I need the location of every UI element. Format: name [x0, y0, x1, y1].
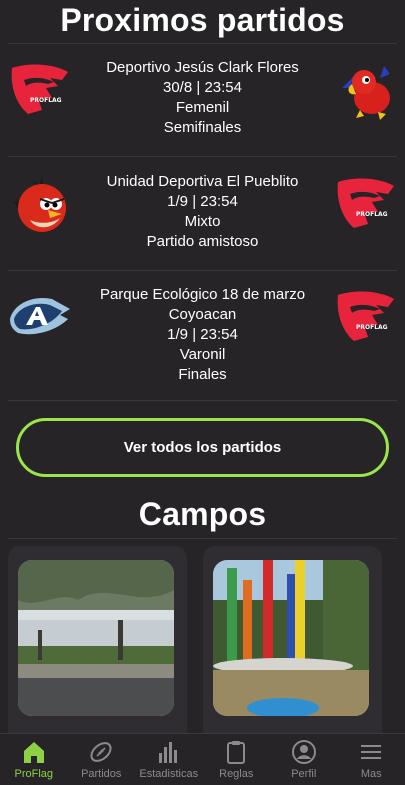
- home-icon: [23, 742, 44, 763]
- match-category: Mixto: [184, 213, 221, 230]
- nav-item-proflag[interactable]: ProFlag: [0, 734, 68, 785]
- upcoming-matches-title: Proximos partidos: [60, 2, 345, 38]
- match-stage: Finales: [178, 366, 227, 383]
- match-date: 1/9: [167, 326, 189, 343]
- match-info: Unidad Deportiva El Pueblito 1/9 | 23:54…: [80, 172, 325, 252]
- match-stage: Semifinales: [163, 119, 242, 136]
- match-card[interactable]: PROFLAG Deportivo Jesús Clark Flores 30/…: [0, 58, 405, 178]
- divider: [8, 43, 397, 44]
- clipboard-icon: [227, 741, 246, 764]
- svg-text:PROFLAG: PROFLAG: [356, 324, 388, 331]
- divider: [8, 400, 397, 401]
- match-category: Femenil: [175, 99, 230, 116]
- match-datetime: 1/9 | 23:54: [167, 193, 238, 210]
- nav-item-label: ProFlag: [14, 768, 54, 780]
- match-card[interactable]: Parque Ecológico 18 de marzo Coyoacan 1/…: [0, 285, 405, 405]
- field-card[interactable]: [203, 546, 382, 746]
- nav-item-label: Partidos: [81, 768, 122, 780]
- match-category: Varonil: [179, 346, 226, 363]
- nav-item-label: Reglas: [219, 768, 254, 780]
- angry-red-bird-logo: [8, 172, 72, 236]
- match-venue: Parque Ecológico 18 de marzo: [99, 286, 306, 303]
- nav-item-mas[interactable]: Mas: [338, 734, 405, 785]
- bottom-navigation: ProFlag Partidos Estadisticas Reglas Per…: [0, 733, 405, 785]
- red-parrot-mascot-logo: [334, 58, 398, 122]
- colored-pillars-photo: [213, 560, 369, 716]
- match-info: Deportivo Jesús Clark Flores 30/8 | 23:5…: [80, 58, 325, 138]
- profile-icon: [291, 740, 316, 764]
- divider: [8, 156, 397, 157]
- match-datetime: 30/8 | 23:54: [163, 79, 242, 96]
- nav-item-label: Perfil: [291, 768, 317, 780]
- nav-item-perfil[interactable]: Perfil: [270, 734, 338, 785]
- divider: [8, 270, 397, 271]
- match-venue: Deportivo Jesús Clark Flores: [106, 59, 299, 76]
- football-icon: [90, 742, 112, 762]
- match-time: 23:54: [200, 193, 238, 210]
- proflag-wing-logo: PROFLAG: [334, 285, 398, 349]
- match-venue: Unidad Deportiva El Pueblito: [106, 173, 299, 190]
- nav-item-label: Mas: [360, 768, 382, 780]
- nav-item-label: Estadisticas: [139, 768, 199, 780]
- match-info: Parque Ecológico 18 de marzo Coyoacan 1/…: [80, 285, 325, 385]
- menu-icon: [361, 745, 382, 759]
- blue-a-logo: [8, 285, 72, 349]
- match-datetime: 1/9 | 23:54: [167, 326, 238, 343]
- view-all-matches-button[interactable]: Ver todos los partidos: [16, 418, 389, 477]
- park-trees-photo: [18, 560, 174, 716]
- svg-text:PROFLAG: PROFLAG: [356, 211, 388, 218]
- bar-chart-icon: [158, 742, 177, 763]
- proflag-wing-logo: PROFLAG: [334, 172, 398, 236]
- match-date: 1/9: [167, 193, 189, 210]
- nav-item-partidos[interactable]: Partidos: [68, 734, 136, 785]
- match-time: 23:54: [200, 326, 238, 343]
- svg-text:PROFLAG: PROFLAG: [30, 97, 62, 104]
- match-card[interactable]: Unidad Deportiva El Pueblito 1/9 | 23:54…: [0, 172, 405, 292]
- app-screen: Proximos partidos PROFLAG Deportivo Jesú…: [0, 0, 405, 785]
- match-venue-line2: Coyoacan: [168, 306, 237, 323]
- divider: [8, 538, 397, 539]
- match-stage: Partido amistoso: [146, 233, 259, 250]
- field-card[interactable]: [8, 546, 187, 746]
- nav-item-reglas[interactable]: Reglas: [203, 734, 271, 785]
- fields-title: Campos: [138, 496, 267, 532]
- match-date: 30/8: [163, 79, 193, 96]
- match-time: 23:54: [204, 79, 242, 96]
- proflag-wing-logo: PROFLAG: [8, 58, 72, 122]
- nav-item-estadisticas[interactable]: Estadisticas: [135, 734, 203, 785]
